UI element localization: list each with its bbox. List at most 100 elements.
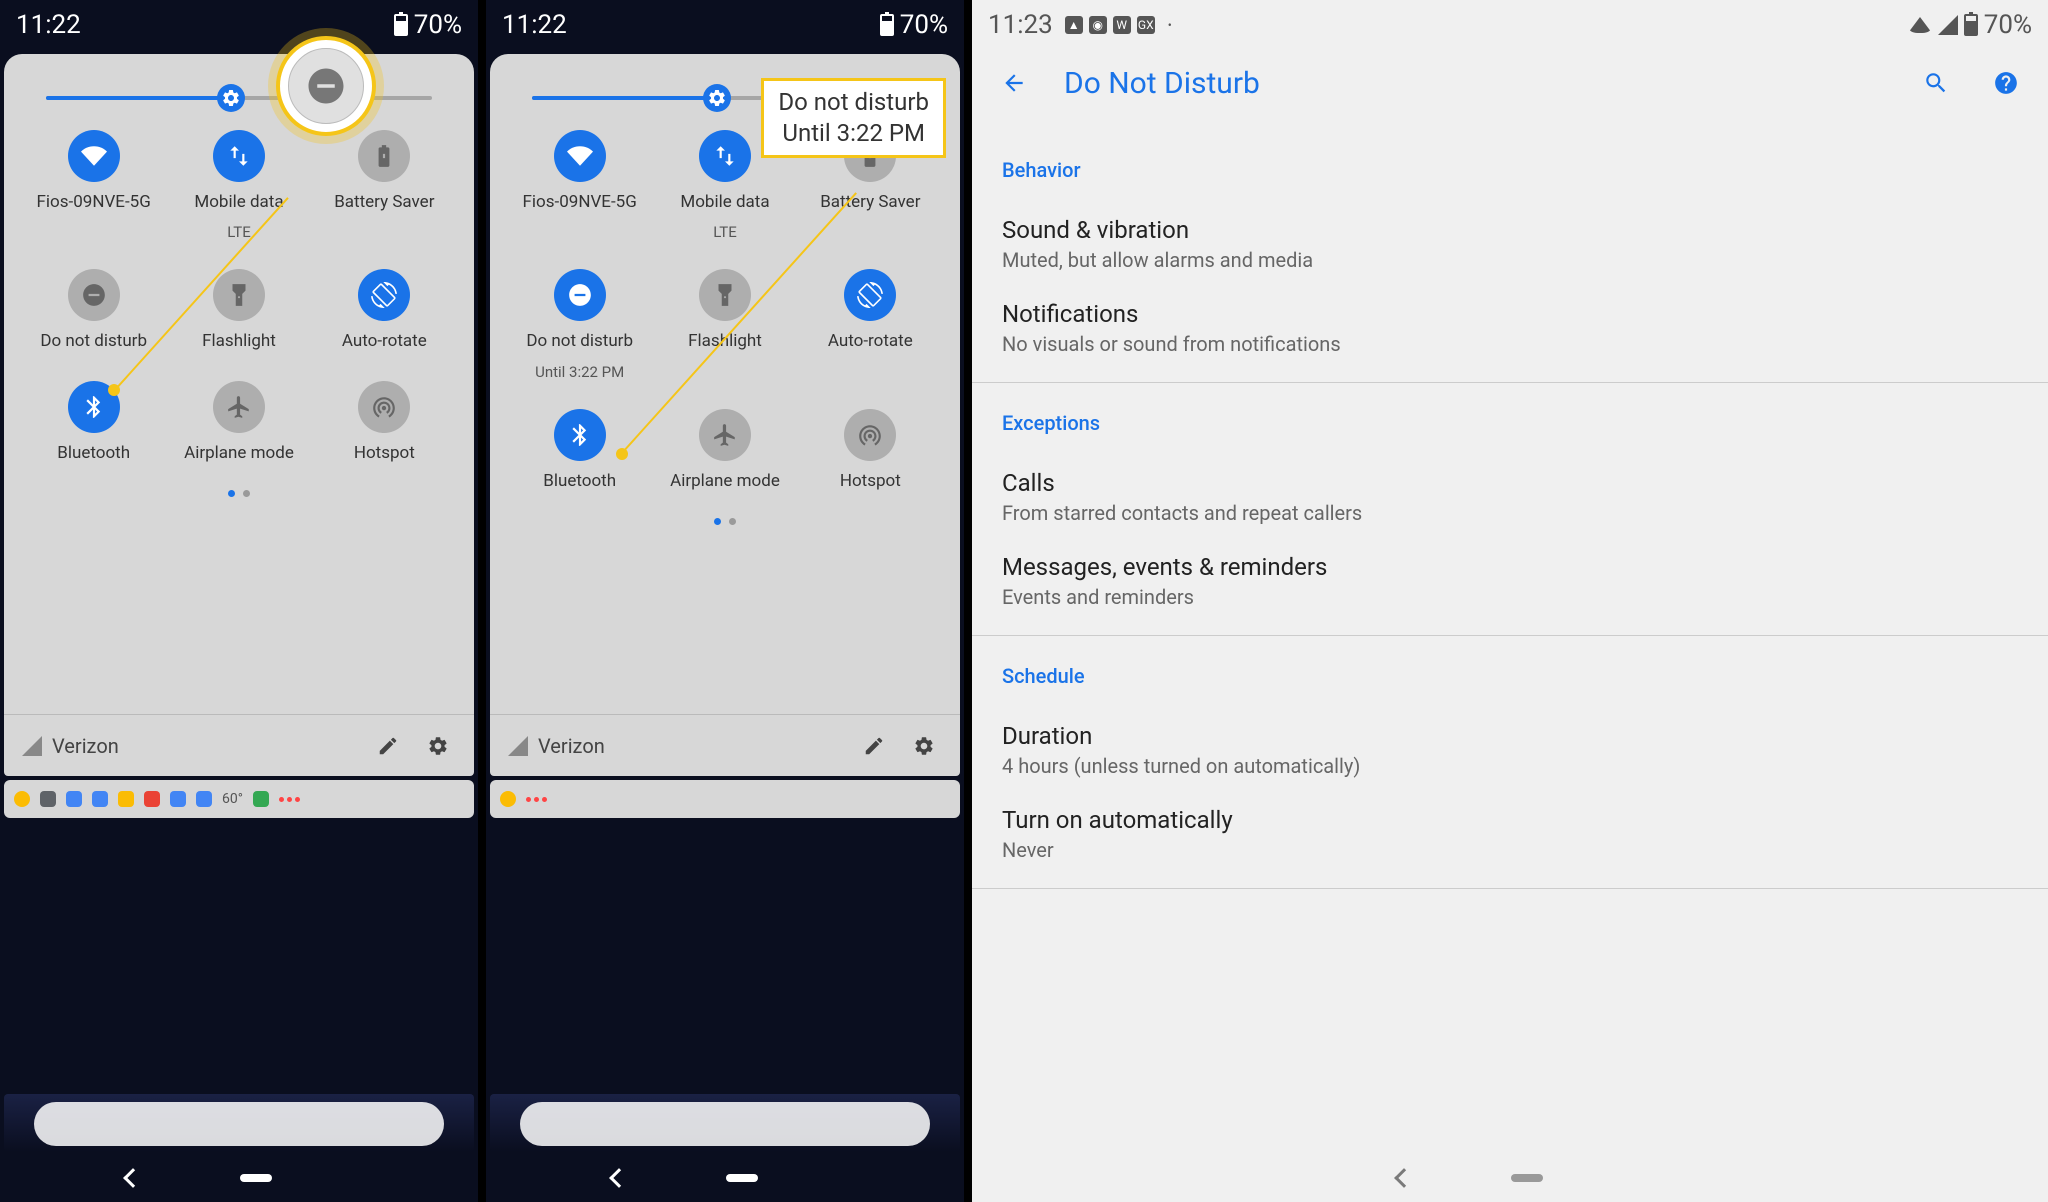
tile-sublabel: LTE	[713, 223, 737, 241]
help-button[interactable]	[1986, 63, 2026, 103]
battery-pct: 70%	[1984, 10, 2032, 40]
clock: 11:22	[16, 10, 81, 40]
dnd-icon	[305, 65, 347, 107]
tile-dnd[interactable]: Do not disturb	[26, 269, 161, 352]
tile-label: Do not disturb	[40, 331, 147, 352]
tile-label: Flashlight	[688, 331, 762, 352]
callout-line1: Do not disturb	[778, 87, 929, 118]
wifi-icon	[1908, 17, 1932, 33]
tile-label: Battery Saver	[334, 192, 434, 213]
flashlight-icon	[213, 269, 265, 321]
nav-bar	[972, 1154, 2048, 1202]
notification-tray[interactable]	[490, 780, 960, 818]
edit-button[interactable]	[370, 728, 406, 764]
more-icon	[279, 797, 300, 802]
carrier-label: Verizon	[538, 734, 605, 758]
row-messages[interactable]: Messages, events & remindersEvents and r…	[1002, 539, 2018, 623]
settings-button[interactable]	[906, 728, 942, 764]
back-button[interactable]	[994, 63, 1034, 103]
tile-airplane[interactable]: Airplane mode	[171, 381, 306, 464]
home-button[interactable]	[1511, 1174, 1543, 1182]
tile-flashlight[interactable]: Flashlight	[171, 269, 306, 352]
rotate-icon	[844, 269, 896, 321]
tile-label: Airplane mode	[184, 443, 294, 464]
screenshot-2: 11:22 70% Do not disturb Until 3:22 PM F…	[486, 0, 964, 1202]
tile-label: Auto-rotate	[342, 331, 427, 352]
signal-icon	[22, 736, 42, 756]
gear-icon	[707, 88, 727, 108]
tile-airplane[interactable]: Airplane mode	[657, 409, 792, 492]
home-fragment	[4, 1094, 474, 1152]
gear-icon	[221, 88, 241, 108]
row-duration[interactable]: Duration4 hours (unless turned on automa…	[1002, 708, 2018, 792]
home-button[interactable]	[240, 1174, 272, 1182]
tile-bluetooth[interactable]: Bluetooth	[26, 381, 161, 464]
help-icon	[1993, 70, 2019, 96]
back-button[interactable]	[123, 1168, 143, 1188]
tile-rotate[interactable]: Auto-rotate	[803, 269, 938, 380]
header: Do Not Disturb	[972, 50, 2048, 116]
dnd-icon	[68, 269, 120, 321]
swap-icon	[699, 130, 751, 182]
gear-icon	[427, 735, 449, 757]
tile-hotspot[interactable]: Hotspot	[803, 409, 938, 492]
section-title: Exceptions	[1002, 411, 2018, 435]
signal-icon	[508, 736, 528, 756]
settings-button[interactable]	[420, 728, 456, 764]
screenshot-3-settings: 11:23 ▲◉WGX• 70% Do Not Disturb Behavior…	[972, 0, 2048, 1202]
tile-label: Bluetooth	[543, 471, 616, 492]
section-title: Behavior	[1002, 158, 2018, 182]
clock: 11:22	[502, 10, 567, 40]
tile-label: Fios-09NVE-5G	[37, 192, 151, 213]
battery-pct: 70%	[414, 10, 462, 40]
search-button[interactable]	[1916, 63, 1956, 103]
hotspot-icon	[358, 381, 410, 433]
quick-settings-footer: Verizon	[490, 714, 960, 776]
search-icon	[1923, 70, 1949, 96]
gear-icon	[913, 735, 935, 757]
tile-label: Mobile data	[194, 192, 283, 213]
pencil-icon	[863, 735, 885, 757]
tile-hotspot[interactable]: Hotspot	[317, 381, 452, 464]
page-title: Do Not Disturb	[1064, 66, 1886, 101]
pencil-icon	[377, 735, 399, 757]
tile-wifi[interactable]: Fios-09NVE-5G	[512, 130, 647, 241]
tile-label: Hotspot	[840, 471, 901, 492]
quick-settings-panel: Do not disturb Until 3:22 PM Fios-09NVE-…	[490, 54, 960, 714]
home-button[interactable]	[726, 1174, 758, 1182]
home-fragment	[490, 1094, 960, 1152]
row-sound-vibration[interactable]: Sound & vibrationMuted, but allow alarms…	[1002, 202, 2018, 286]
more-icon	[526, 797, 547, 802]
carrier-label: Verizon	[52, 734, 119, 758]
status-bar: 11:22 70%	[486, 0, 964, 50]
battery-icon	[1964, 14, 1978, 36]
notification-tray[interactable]: 60°	[4, 780, 474, 818]
tile-label: Flashlight	[202, 331, 276, 352]
back-button[interactable]	[609, 1168, 629, 1188]
hotspot-icon	[844, 409, 896, 461]
tile-label: Fios-09NVE-5G	[523, 192, 637, 213]
section-behavior: Behavior Sound & vibrationMuted, but all…	[972, 136, 2048, 376]
tile-dnd[interactable]: Do not disturbUntil 3:22 PM	[512, 269, 647, 380]
wifi-icon	[68, 130, 120, 182]
nav-bar	[0, 1154, 478, 1202]
quick-settings-panel: Fios-09NVE-5G Mobile dataLTE Battery Saver…	[4, 54, 474, 714]
tray-temp: 60°	[222, 791, 243, 807]
edit-button[interactable]	[856, 728, 892, 764]
signal-icon	[1938, 15, 1958, 35]
back-button[interactable]	[1394, 1168, 1414, 1188]
airplane-icon	[699, 409, 751, 461]
tile-battery[interactable]: Battery Saver	[317, 130, 452, 241]
tile-label: Bluetooth	[57, 443, 130, 464]
page-indicator	[512, 518, 938, 525]
battery-pct: 70%	[900, 10, 948, 40]
tile-rotate[interactable]: Auto-rotate	[317, 269, 452, 352]
tile-wifi[interactable]: Fios-09NVE-5G	[26, 130, 161, 241]
tile-swap[interactable]: Mobile dataLTE	[171, 130, 306, 241]
row-calls[interactable]: CallsFrom starred contacts and repeat ca…	[1002, 455, 2018, 539]
airplane-icon	[213, 381, 265, 433]
dnd-callout: Do not disturb Until 3:22 PM	[761, 78, 946, 158]
tile-label: Airplane mode	[670, 471, 780, 492]
row-turn-on-auto[interactable]: Turn on automaticallyNever	[1002, 792, 2018, 876]
row-notifications[interactable]: NotificationsNo visuals or sound from no…	[1002, 286, 2018, 370]
